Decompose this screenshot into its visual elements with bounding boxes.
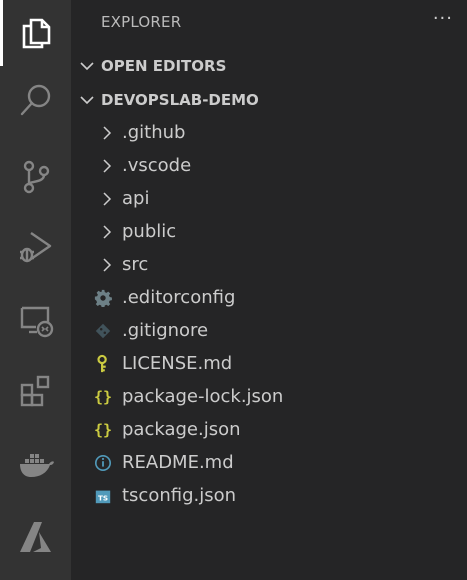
source-control-icon	[23, 160, 49, 194]
more-actions-button[interactable]: ···	[433, 8, 453, 29]
chevron-right-icon	[103, 224, 112, 239]
activity-search[interactable]	[0, 67, 71, 133]
file-license[interactable]: LICENSE.md	[71, 347, 467, 380]
gear-icon	[92, 287, 114, 309]
open-editors-label: OPEN EDITORS	[101, 57, 227, 75]
file-editorconfig[interactable]: .editorconfig	[71, 281, 467, 314]
activity-azure[interactable]	[0, 504, 71, 570]
file-label: .gitignore	[122, 320, 209, 341]
open-editors-header[interactable]: OPEN EDITORS	[71, 51, 467, 81]
azure-icon	[19, 522, 51, 552]
explorer-sidebar: EXPLORER ··· OPEN EDITORS DEVOPSLAB-DEMO…	[71, 0, 467, 580]
activity-extensions[interactable]	[0, 358, 71, 424]
activity-source-control[interactable]	[0, 144, 71, 210]
folder-api[interactable]: api	[71, 182, 467, 215]
project-label: DEVOPSLAB-DEMO	[101, 91, 259, 109]
git-diamond-icon	[92, 320, 114, 342]
chevron-right-icon	[103, 158, 112, 173]
folder-label: public	[122, 221, 177, 242]
folder-src[interactable]: src	[71, 248, 467, 281]
folder-public[interactable]: public	[71, 215, 467, 248]
folder-github[interactable]: .github	[71, 116, 467, 149]
activity-run-debug[interactable]	[0, 214, 71, 280]
explorer-icon	[22, 18, 50, 49]
folder-vscode[interactable]: .vscode	[71, 149, 467, 182]
remote-explorer-icon	[20, 306, 53, 338]
extensions-icon	[20, 375, 49, 407]
activity-docker[interactable]	[0, 431, 71, 497]
file-label: package-lock.json	[122, 386, 284, 407]
vscode-window: EXPLORER ··· OPEN EDITORS DEVOPSLAB-DEMO…	[0, 0, 467, 580]
chevron-right-icon	[103, 191, 112, 206]
json-braces-icon: {}	[93, 387, 113, 406]
file-label: tsconfig.json	[122, 485, 237, 506]
run-debug-icon	[19, 232, 51, 263]
file-package-json[interactable]: {} package.json	[71, 413, 467, 446]
file-tsconfig[interactable]: TS tsconfig.json	[71, 479, 467, 512]
project-header[interactable]: DEVOPSLAB-DEMO	[71, 85, 467, 115]
search-icon	[20, 84, 50, 116]
sidebar-title: EXPLORER	[101, 13, 182, 31]
activity-bar	[0, 0, 71, 580]
file-readme[interactable]: README.md	[71, 446, 467, 479]
file-label: package.json	[122, 419, 241, 440]
file-package-lock-json[interactable]: {} package-lock.json	[71, 380, 467, 413]
file-gitignore[interactable]: .gitignore	[71, 314, 467, 347]
file-label: README.md	[122, 452, 234, 473]
file-label: LICENSE.md	[122, 353, 233, 374]
folder-label: .vscode	[122, 155, 192, 176]
info-icon	[92, 452, 114, 474]
folder-label: src	[122, 254, 149, 275]
json-braces-icon: {}	[93, 420, 113, 439]
svg-text:TS: TS	[98, 493, 108, 502]
folder-label: .github	[122, 122, 186, 143]
activity-remote-explorer[interactable]	[0, 287, 71, 353]
chevron-right-icon	[103, 257, 112, 272]
chevron-down-icon	[80, 96, 94, 105]
license-key-icon	[92, 353, 114, 375]
docker-icon	[19, 454, 54, 477]
chevron-down-icon	[80, 62, 94, 71]
file-label: .editorconfig	[122, 287, 236, 308]
typescript-icon: TS	[92, 485, 114, 507]
folder-label: api	[122, 188, 150, 209]
chevron-right-icon	[103, 125, 112, 140]
activity-explorer[interactable]	[0, 0, 71, 66]
